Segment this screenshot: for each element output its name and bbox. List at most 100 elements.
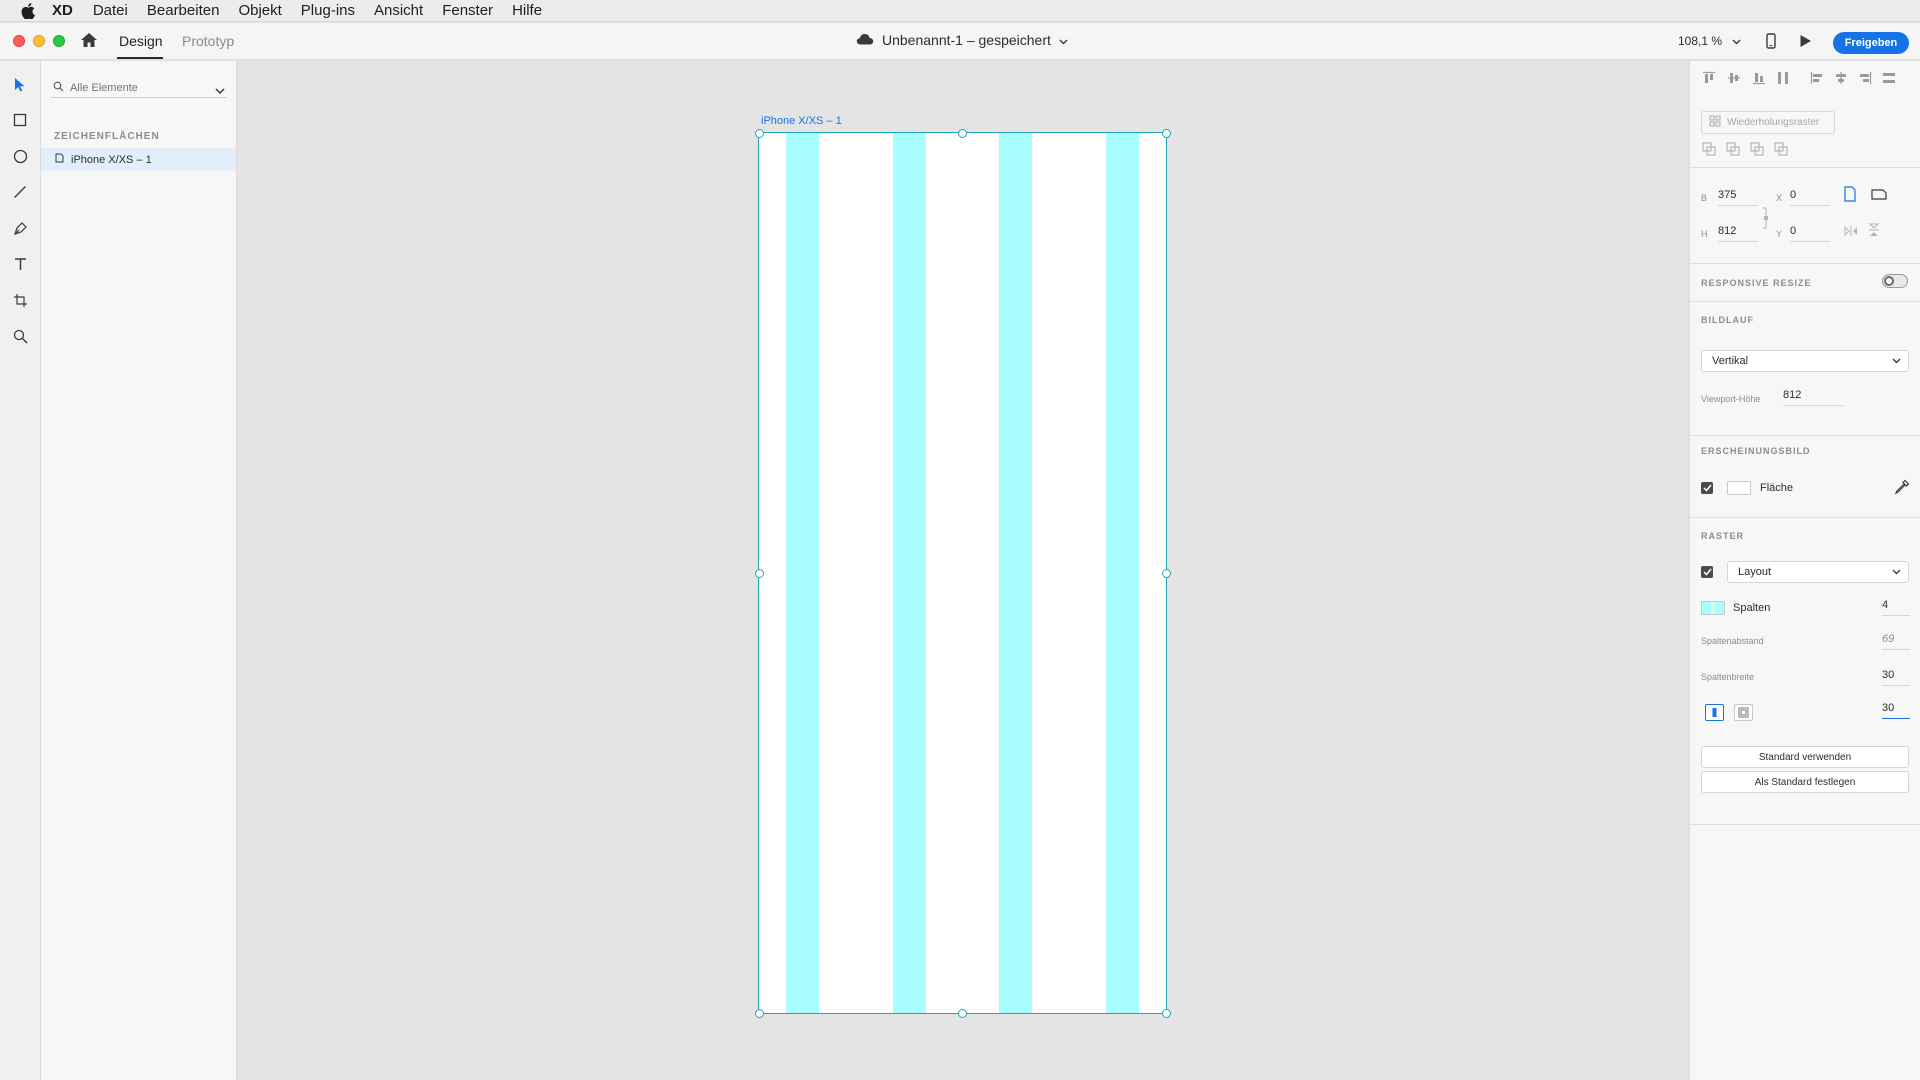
maximize-window-button[interactable] (53, 35, 65, 47)
width-label: B (1701, 193, 1708, 203)
section-title-artboards: ZEICHENFLÄCHEN (54, 131, 160, 142)
columns-field[interactable]: 4 (1882, 599, 1910, 616)
resize-handle-top[interactable] (958, 129, 967, 138)
scroll-direction-dropdown[interactable]: Vertikal (1701, 350, 1909, 372)
menu-window[interactable]: Fenster (442, 2, 493, 19)
distribute-vertical-icon[interactable] (1776, 71, 1790, 85)
resize-handle-bottom-left[interactable] (755, 1009, 764, 1018)
menu-edit[interactable]: Bearbeiten (147, 2, 220, 19)
fill-checkbox[interactable] (1701, 482, 1713, 494)
lock-aspect-icon[interactable] (1762, 206, 1770, 233)
artboard-title[interactable]: iPhone X/XS – 1 (761, 115, 842, 127)
y-label: Y (1776, 229, 1783, 239)
grid-checkbox[interactable] (1701, 566, 1713, 578)
boolean-add-icon[interactable] (1702, 142, 1716, 156)
chevron-down-icon (1732, 34, 1741, 48)
flip-horizontal-icon[interactable] (1844, 225, 1858, 240)
viewport-height-label: Viewport-Höhe (1701, 394, 1761, 404)
scroll-direction-value: Vertikal (1712, 355, 1749, 367)
chevron-down-icon[interactable] (215, 82, 225, 100)
rectangle-tool-icon[interactable] (11, 111, 29, 129)
pen-tool-icon[interactable] (11, 219, 29, 237)
repeat-grid-label: Wiederholungsraster (1727, 117, 1820, 128)
align-bottom-icon[interactable] (1752, 71, 1766, 85)
responsive-resize-label: RESPONSIVE RESIZE (1701, 278, 1812, 288)
landscape-icon[interactable] (1871, 188, 1887, 203)
width-field[interactable]: 375 (1718, 189, 1758, 206)
home-icon[interactable] (80, 32, 100, 50)
set-default-button[interactable]: Als Standard festlegen (1701, 771, 1909, 793)
grid-section-title: RASTER (1701, 531, 1745, 541)
share-button[interactable]: Freigeben (1833, 32, 1909, 54)
resize-handle-bottom[interactable] (958, 1009, 967, 1018)
fill-color-swatch[interactable] (1727, 481, 1751, 495)
column-width-field[interactable]: 30 (1882, 669, 1910, 686)
responsive-resize-toggle[interactable] (1882, 274, 1908, 288)
apple-icon[interactable] (18, 0, 38, 22)
chevron-down-icon (1059, 32, 1068, 48)
boolean-exclude-icon[interactable] (1774, 142, 1788, 156)
height-field[interactable]: 812 (1718, 225, 1758, 242)
play-icon[interactable] (1799, 34, 1812, 53)
grid-color-swatch[interactable] (1701, 601, 1725, 615)
align-right-icon[interactable] (1858, 71, 1872, 85)
grid-type-dropdown[interactable]: Layout (1727, 561, 1909, 583)
align-center-icon[interactable] (1834, 71, 1848, 85)
use-default-button[interactable]: Standard verwenden (1701, 746, 1909, 768)
flip-vertical-icon[interactable] (1868, 223, 1880, 240)
zoom-value: 108,1 % (1678, 34, 1723, 48)
align-top-icon[interactable] (1702, 71, 1716, 85)
select-tool-icon[interactable] (11, 75, 29, 93)
viewport-height-field[interactable]: 812 (1783, 389, 1843, 406)
eyedropper-icon[interactable] (1894, 479, 1910, 498)
device-preview-icon[interactable] (1766, 33, 1776, 54)
zoom-dropdown[interactable]: 108,1 % (1678, 34, 1741, 48)
fill-label: Fläche (1760, 482, 1794, 494)
text-tool-icon[interactable] (11, 255, 29, 273)
layout-grid-column (893, 133, 926, 1013)
menu-help[interactable]: Hilfe (512, 2, 542, 19)
tab-design[interactable]: Design (119, 33, 163, 49)
line-tool-icon[interactable] (11, 183, 29, 201)
resize-handle-top-right[interactable] (1162, 129, 1171, 138)
chevron-down-icon (1892, 566, 1901, 578)
menu-object[interactable]: Objekt (238, 2, 281, 19)
gutter-label: Spaltenabstand (1701, 636, 1764, 646)
x-field[interactable]: 0 (1790, 189, 1830, 206)
divider (1690, 301, 1920, 302)
resize-handle-bottom-right[interactable] (1162, 1009, 1171, 1018)
align-middle-icon[interactable] (1727, 71, 1741, 85)
resize-handle-top-left[interactable] (755, 129, 764, 138)
menu-file[interactable]: Datei (93, 2, 128, 19)
ellipse-tool-icon[interactable] (11, 147, 29, 165)
resize-handle-right[interactable] (1162, 569, 1171, 578)
close-window-button[interactable] (13, 35, 25, 47)
artboard-tool-icon[interactable] (11, 291, 29, 309)
minimize-window-button[interactable] (33, 35, 45, 47)
individual-margins-icon[interactable] (1734, 704, 1753, 721)
active-tab-indicator (117, 57, 163, 59)
menu-app-xd[interactable]: XD (52, 2, 73, 19)
boolean-intersect-icon[interactable] (1750, 142, 1764, 156)
menu-plugins[interactable]: Plug-ins (301, 2, 355, 19)
layer-item-artboard[interactable]: iPhone X/XS – 1 (41, 148, 236, 171)
align-left-icon[interactable] (1810, 71, 1824, 85)
document-title[interactable]: Unbenannt-1 – gespeichert (856, 32, 1068, 48)
boolean-subtract-icon[interactable] (1726, 142, 1740, 156)
distribute-horizontal-icon[interactable] (1882, 71, 1896, 85)
search-input[interactable] (70, 81, 200, 94)
zoom-tool-icon[interactable] (11, 327, 29, 345)
repeat-grid-button[interactable]: Wiederholungsraster (1701, 111, 1835, 134)
layout-grid-column (786, 133, 819, 1013)
margin-field[interactable]: 30 (1882, 702, 1910, 719)
appearance-section-title: ERSCHEINUNGSBILD (1701, 446, 1811, 456)
y-field[interactable]: 0 (1790, 225, 1830, 242)
gutter-field[interactable]: 69 (1882, 633, 1910, 650)
artboard[interactable] (758, 132, 1167, 1014)
menu-view[interactable]: Ansicht (374, 2, 423, 19)
resize-handle-left[interactable] (755, 569, 764, 578)
linked-margins-icon[interactable] (1705, 704, 1724, 721)
portrait-icon[interactable] (1843, 186, 1857, 205)
tab-prototype[interactable]: Prototyp (182, 33, 234, 49)
layer-filter (51, 78, 227, 98)
